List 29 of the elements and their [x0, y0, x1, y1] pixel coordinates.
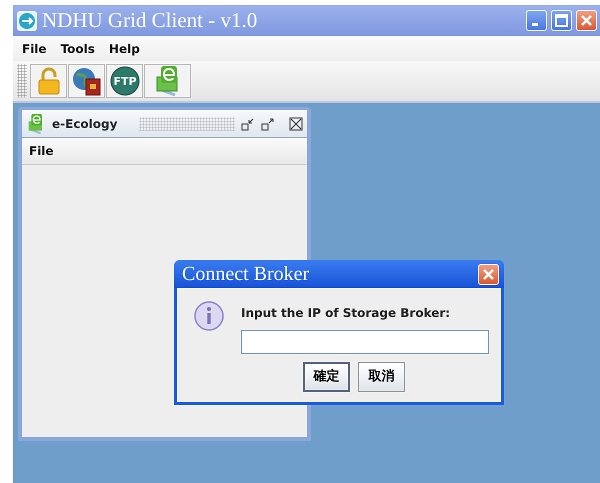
globe-book-icon [72, 66, 102, 96]
app-icon [16, 10, 38, 32]
maximize-icon [261, 116, 275, 130]
maximize-button[interactable] [261, 116, 275, 130]
close-icon [289, 116, 303, 130]
close-icon [580, 14, 593, 27]
ip-input-field[interactable] [241, 330, 489, 354]
title-bar-grip[interactable] [139, 116, 235, 130]
dialog-button[interactable]: 確定 [303, 362, 350, 392]
info-icon [193, 300, 225, 332]
menu-item[interactable]: Help [102, 40, 147, 58]
maximize-icon [555, 14, 568, 27]
toolbar-button[interactable] [68, 64, 105, 98]
lock-icon [36, 67, 62, 95]
frame-title: e-Ecology [52, 116, 118, 132]
close-button[interactable] [289, 116, 303, 130]
window-title: NDHU Grid Client - v1.0 [42, 10, 258, 31]
minimize-button[interactable] [526, 10, 547, 31]
toolbar-grip[interactable] [17, 64, 27, 98]
iconify-button[interactable] [241, 116, 255, 130]
dialog-button[interactable]: 取消 [358, 362, 405, 392]
menu-item[interactable]: File [15, 40, 54, 58]
menu-item[interactable]: Tools [54, 40, 102, 58]
iconify-icon [241, 116, 255, 130]
prompt-label: Input the IP of Storage Broker: [241, 305, 452, 322]
minimize-icon [532, 23, 538, 26]
dialog-title: Connect Broker [182, 264, 310, 284]
menu-item[interactable]: File [22, 142, 61, 160]
close-icon [482, 268, 495, 280]
